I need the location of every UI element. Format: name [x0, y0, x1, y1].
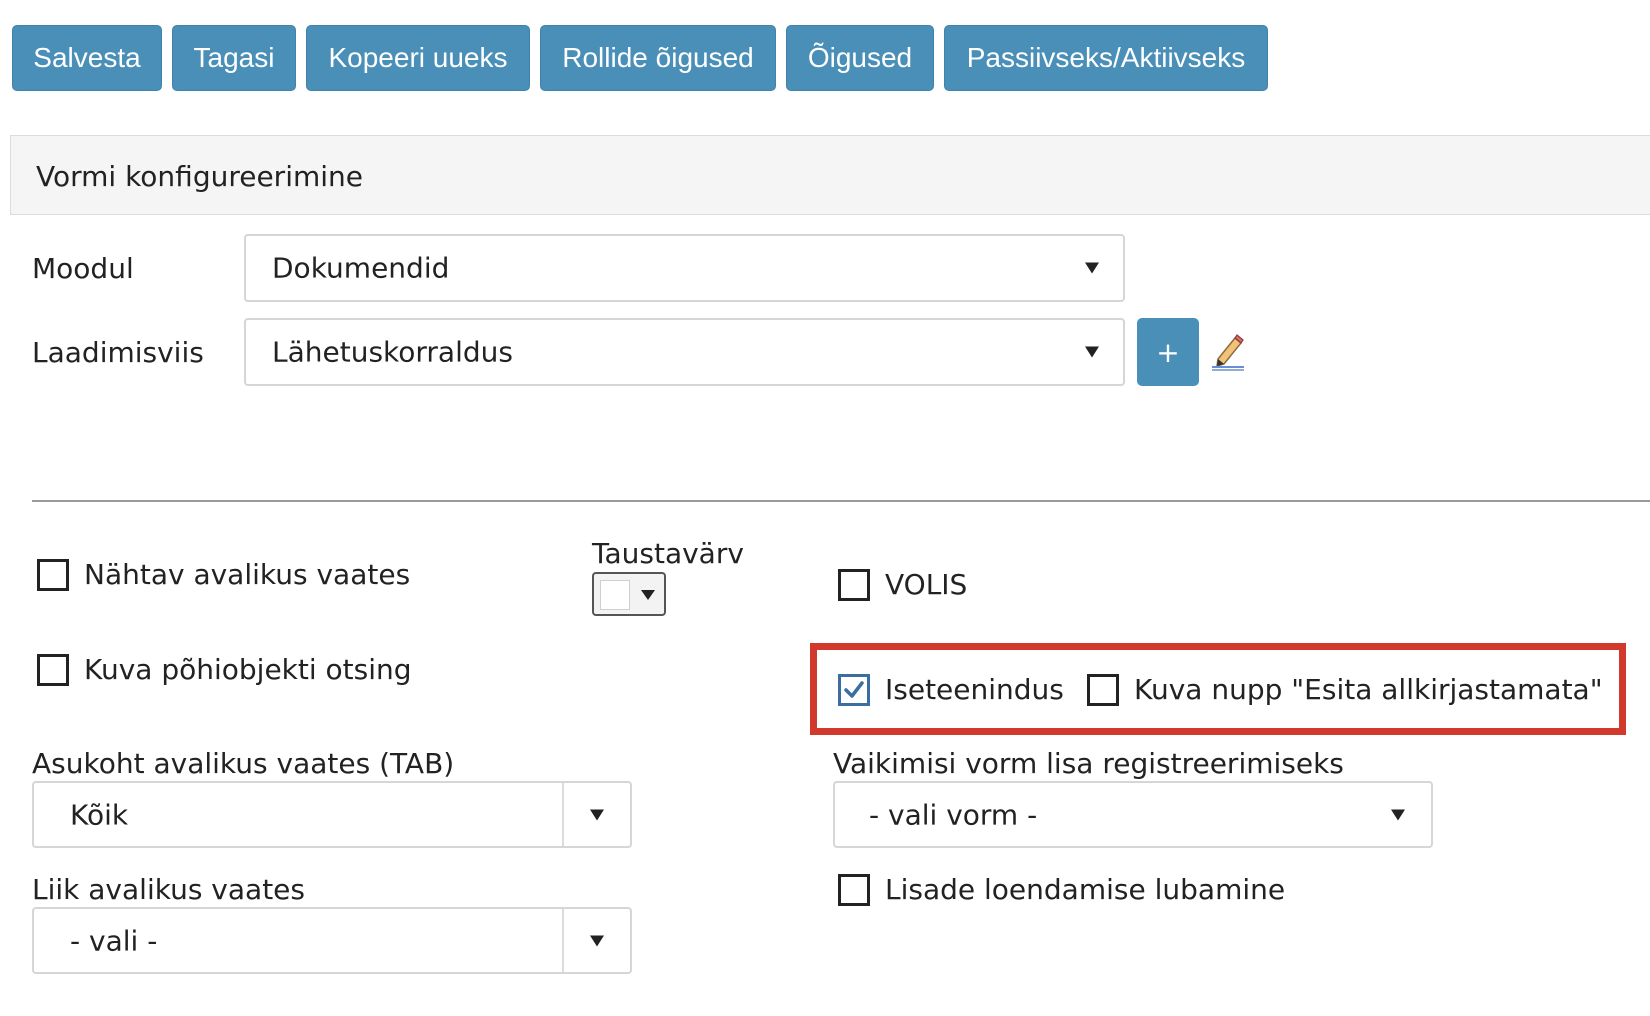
- allow-attachment-count-label: Lisade loendamise lubamine: [885, 873, 1286, 906]
- background-color-picker[interactable]: [592, 572, 666, 616]
- copy-new-button[interactable]: Kopeeri uueks: [306, 25, 530, 91]
- color-swatch: [600, 580, 630, 610]
- save-button[interactable]: Salvesta: [12, 25, 162, 91]
- show-main-search-checkbox[interactable]: [37, 654, 69, 686]
- chevron-down-icon: [1085, 346, 1099, 358]
- public-type-select[interactable]: - vali -: [32, 907, 632, 974]
- visible-public-label: Nähtav avalikus vaates: [84, 558, 411, 591]
- show-unsigned-button-label: Kuva nupp "Esita allkirjastamata": [1134, 673, 1603, 706]
- chevron-down-icon: [641, 590, 655, 600]
- volis-checkbox[interactable]: [838, 569, 870, 601]
- section-divider: [32, 500, 1650, 502]
- public-type-value: - vali -: [70, 924, 158, 957]
- checkmark-icon: [844, 681, 864, 698]
- section-title: Vormi konfigureerimine: [36, 160, 364, 193]
- show-unsigned-button-checkbox[interactable]: [1087, 674, 1119, 706]
- chevron-down-icon: [590, 809, 604, 820]
- method-select-value: Lähetuskorraldus: [272, 335, 513, 369]
- visible-public-checkbox[interactable]: [37, 559, 69, 591]
- select-separator: [562, 909, 564, 972]
- section-header: Vormi konfigureerimine: [10, 135, 1650, 215]
- pencil-edit-icon[interactable]: [1210, 333, 1246, 371]
- chevron-down-icon: [1391, 809, 1405, 820]
- module-select-value: Dokumendid: [272, 251, 450, 285]
- chevron-down-icon: [590, 935, 604, 946]
- default-form-select[interactable]: - vali vorm -: [833, 781, 1433, 848]
- module-select[interactable]: Dokumendid: [244, 234, 1125, 302]
- method-label: Laadimisviis: [32, 336, 204, 369]
- method-select[interactable]: Lähetuskorraldus: [244, 318, 1125, 386]
- role-rights-button[interactable]: Rollide õigused: [540, 25, 776, 91]
- public-type-label: Liik avalikus vaates: [32, 873, 305, 906]
- allow-attachment-count-checkbox[interactable]: [838, 874, 870, 906]
- default-form-value: - vali vorm -: [869, 798, 1038, 831]
- module-label: Moodul: [32, 252, 134, 285]
- volis-label: VOLIS: [885, 568, 968, 601]
- toggle-active-button[interactable]: Passiivseks/Aktiivseks: [944, 25, 1268, 91]
- chevron-down-icon: [1085, 262, 1099, 274]
- public-location-label: Asukoht avalikus vaates (TAB): [32, 747, 455, 780]
- add-method-button[interactable]: +: [1137, 318, 1199, 386]
- default-form-label: Vaikimisi vorm lisa registreerimiseks: [833, 747, 1344, 780]
- public-location-select[interactable]: Kõik: [32, 781, 632, 848]
- background-color-label: Taustavärv: [592, 537, 744, 570]
- self-service-checkbox[interactable]: [838, 674, 870, 706]
- back-button[interactable]: Tagasi: [172, 25, 296, 91]
- rights-button[interactable]: Õigused: [786, 25, 934, 91]
- public-location-value: Kõik: [70, 798, 129, 831]
- select-separator: [562, 783, 564, 846]
- show-main-search-label: Kuva põhiobjekti otsing: [84, 653, 412, 686]
- self-service-label: Iseteenindus: [885, 673, 1064, 706]
